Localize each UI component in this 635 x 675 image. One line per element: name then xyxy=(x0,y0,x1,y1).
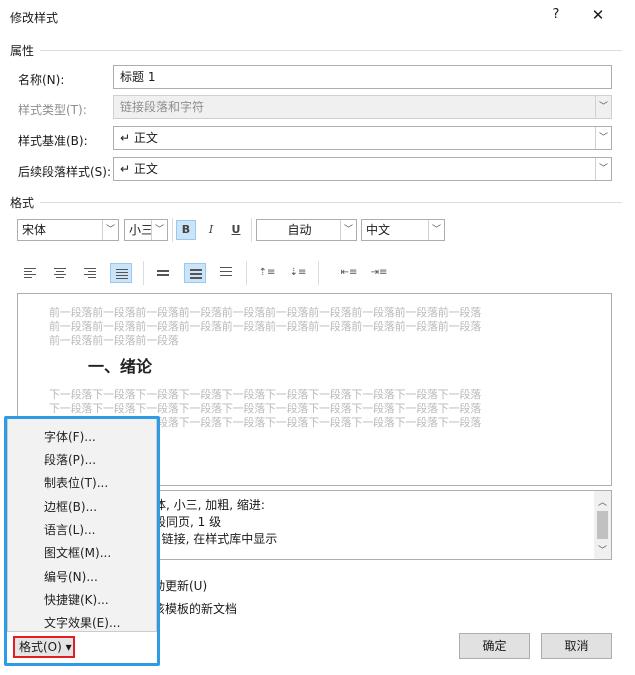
one-half-spacing-icon[interactable] xyxy=(184,263,206,283)
based-on-value: ↵ 正文 xyxy=(120,131,158,145)
chevron-down-icon: ﹀ xyxy=(102,220,118,240)
font-size-select[interactable]: 小三 ﹀ xyxy=(124,219,168,241)
chevron-down-icon: ﹀ xyxy=(151,220,167,240)
format-divider xyxy=(40,202,622,203)
preview-heading-sample: 一、绪论 xyxy=(88,357,153,376)
ok-button[interactable]: 确定 xyxy=(459,633,530,659)
next-style-select[interactable]: ↵ 正文 ﹀ xyxy=(113,157,612,181)
align-left-icon[interactable] xyxy=(19,263,41,283)
toolbar-separator xyxy=(246,261,247,285)
based-on-label: 样式基准(B): xyxy=(18,134,88,148)
chevron-down-icon[interactable]: ﹀ xyxy=(594,543,611,556)
name-input[interactable]: 标题 1 xyxy=(113,65,612,89)
preview-next-line: 下一段落下一段落下一段落下一段落下一段落下一段落下一段落下一段落下一段落下一段落 xyxy=(49,402,481,415)
chevron-down-icon: ﹀ xyxy=(428,220,444,240)
italic-button[interactable]: I xyxy=(201,220,221,240)
based-on-select[interactable]: ↵ 正文 ﹀ xyxy=(113,126,612,150)
description-line: , 链接, 在样式库中显示 xyxy=(154,532,278,546)
style-type-label: 样式类型(T): xyxy=(18,103,87,117)
description-line: 段同页, 1 级 xyxy=(154,515,222,529)
highlight-frame xyxy=(4,416,160,666)
dialog-title: 修改样式 xyxy=(10,11,59,25)
increase-indent-icon[interactable]: ⇥≡ xyxy=(368,263,390,283)
font-size-value: 小三 xyxy=(129,223,154,237)
close-button[interactable]: ✕ xyxy=(586,4,610,26)
align-center-icon[interactable] xyxy=(49,263,71,283)
format-heading: 格式 xyxy=(10,196,35,210)
style-type-value: 链接段落和字符 xyxy=(120,100,205,114)
chevron-down-icon: ﹀ xyxy=(595,127,611,149)
align-justify-icon[interactable] xyxy=(110,263,132,283)
align-right-icon[interactable] xyxy=(79,263,101,283)
name-label: 名称(N): xyxy=(18,73,65,87)
language-select[interactable]: 中文 ﹀ xyxy=(361,219,445,241)
toolbar-separator xyxy=(251,218,252,242)
cancel-button[interactable]: 取消 xyxy=(541,633,612,659)
next-style-label: 后续段落样式(S): xyxy=(18,165,112,179)
single-spacing-icon[interactable] xyxy=(152,263,174,283)
toolbar-separator xyxy=(172,218,173,242)
auto-update-label[interactable]: 动更新(U) xyxy=(153,577,207,594)
description-line: 体, 小三, 加粗, 缩进: xyxy=(154,498,265,512)
underline-button[interactable]: U xyxy=(226,220,246,240)
next-style-value: ↵ 正文 xyxy=(120,162,158,176)
chevron-down-icon: ﹀ xyxy=(595,96,611,118)
font-color-select[interactable]: 自动 ﹀ xyxy=(256,219,357,241)
toolbar-separator xyxy=(318,261,319,285)
preview-prev-line: 前一段落前一段落前一段落前一段落前一段落前一段落前一段落前一段落前一段落前一段落 xyxy=(49,306,481,319)
preview-next-line: 下一段落下一段落下一段落下一段落下一段落下一段落下一段落下一段落下一段落下一段落 xyxy=(49,388,481,401)
help-button[interactable]: ? xyxy=(545,4,567,26)
new-documents-label[interactable]: 该模板的新文档 xyxy=(153,600,237,617)
bold-button[interactable]: B xyxy=(176,220,196,240)
double-spacing-icon[interactable] xyxy=(215,263,237,283)
preview-prev-line: 前一段落前一段落前一段落 xyxy=(49,334,179,347)
format-button[interactable]: 格式(O) ▾ xyxy=(13,636,75,658)
chevron-up-icon[interactable]: ︿ xyxy=(594,495,611,508)
properties-heading: 属性 xyxy=(10,44,35,58)
chevron-down-icon: ﹀ xyxy=(595,158,611,180)
toolbar-separator xyxy=(143,261,144,285)
preview-prev-line: 前一段落前一段落前一段落前一段落前一段落前一段落前一段落前一段落前一段落前一段落 xyxy=(49,320,481,333)
font-color-value: 自动 xyxy=(287,223,312,237)
font-select[interactable]: 宋体 ﹀ xyxy=(17,219,119,241)
decrease-indent-icon[interactable]: ⇤≡ xyxy=(338,263,360,283)
style-type-select[interactable]: 链接段落和字符 ﹀ xyxy=(113,95,612,119)
increase-paragraph-spacing-icon[interactable]: ⇡≡ xyxy=(256,263,278,283)
properties-divider xyxy=(40,50,622,51)
decrease-paragraph-spacing-icon[interactable]: ⇣≡ xyxy=(287,263,309,283)
scrollbar-thumb[interactable] xyxy=(597,511,608,539)
chevron-down-icon: ﹀ xyxy=(340,220,356,240)
description-scrollbar[interactable]: ︿ ﹀ xyxy=(594,491,611,559)
language-value: 中文 xyxy=(366,223,391,237)
font-value: 宋体 xyxy=(22,223,47,237)
